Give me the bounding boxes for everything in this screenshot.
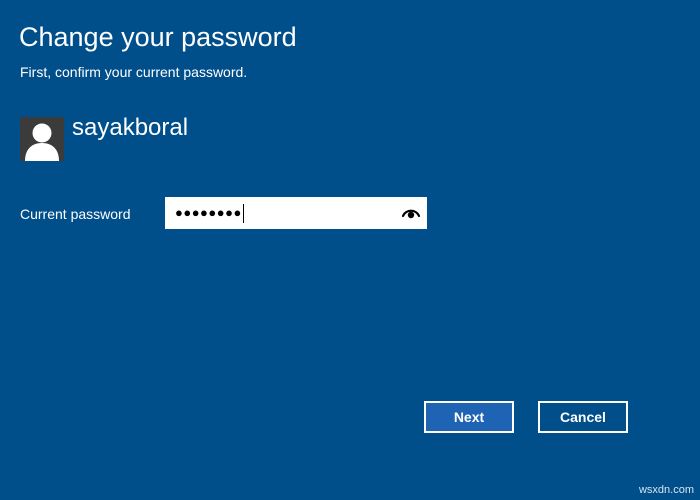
cancel-button[interactable]: Cancel	[538, 401, 628, 433]
username: sayakboral	[72, 114, 189, 141]
current-password-label: Current password	[20, 206, 131, 222]
user-silhouette-icon	[25, 123, 59, 161]
current-password-value: ●●●●●●●●	[175, 205, 242, 220]
current-password-field[interactable]: ●●●●●●●●	[165, 197, 427, 229]
page-title: Change your password	[19, 22, 297, 52]
watermark: wsxdn.com	[638, 484, 694, 496]
user-avatar	[20, 117, 64, 161]
next-button[interactable]: Next	[424, 401, 514, 433]
page-subtitle: First, confirm your current password.	[20, 64, 248, 80]
text-caret	[243, 204, 244, 223]
eye-icon[interactable]	[401, 203, 421, 223]
